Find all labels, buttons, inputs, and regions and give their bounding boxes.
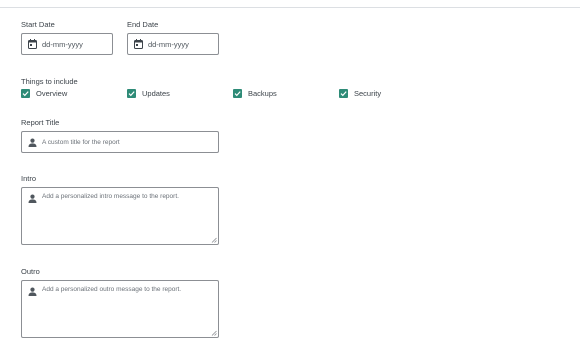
checkmark-icon <box>22 91 29 97</box>
checkmark-icon <box>128 91 135 97</box>
resize-grip-icon[interactable] <box>211 330 217 336</box>
start-date-placeholder: dd-mm-yyyy <box>42 40 83 49</box>
security-checkbox[interactable] <box>339 89 348 98</box>
report-title-input[interactable]: A custom title for the report <box>21 131 219 153</box>
report-title-label: Report Title <box>21 118 60 127</box>
overview-label: Overview <box>36 89 68 98</box>
intro-textarea[interactable]: Add a personalized intro message to the … <box>21 187 219 245</box>
top-border <box>0 0 580 8</box>
end-date-label: End Date <box>127 20 159 29</box>
checkmark-icon <box>234 91 241 97</box>
person-icon <box>28 287 37 296</box>
backups-checkbox[interactable] <box>233 89 242 98</box>
outro-placeholder: Add a personalized outro message to the … <box>42 286 182 293</box>
things-to-include-label: Things to include <box>21 77 78 86</box>
updates-label: Updates <box>142 89 170 98</box>
security-label: Security <box>354 89 382 98</box>
start-date-label: Start Date <box>21 20 55 29</box>
report-title-placeholder: A custom title for the report <box>42 139 120 146</box>
intro-placeholder: Add a personalized intro message to the … <box>42 193 179 200</box>
calendar-icon <box>28 39 37 49</box>
outro-label: Outro <box>21 267 40 276</box>
intro-label: Intro <box>21 174 37 183</box>
end-date-placeholder: dd-mm-yyyy <box>148 40 189 49</box>
checkmark-icon <box>340 91 347 97</box>
overview-checkbox[interactable] <box>21 89 30 98</box>
start-date-input[interactable]: dd-mm-yyyy <box>21 33 113 55</box>
calendar-icon <box>134 39 143 49</box>
person-icon <box>28 194 37 203</box>
updates-checkbox[interactable] <box>127 89 136 98</box>
outro-textarea[interactable]: Add a personalized outro message to the … <box>21 280 219 338</box>
resize-grip-icon[interactable] <box>211 237 217 243</box>
backups-label: Backups <box>248 89 277 98</box>
person-icon <box>28 138 37 147</box>
end-date-input[interactable]: dd-mm-yyyy <box>127 33 219 55</box>
